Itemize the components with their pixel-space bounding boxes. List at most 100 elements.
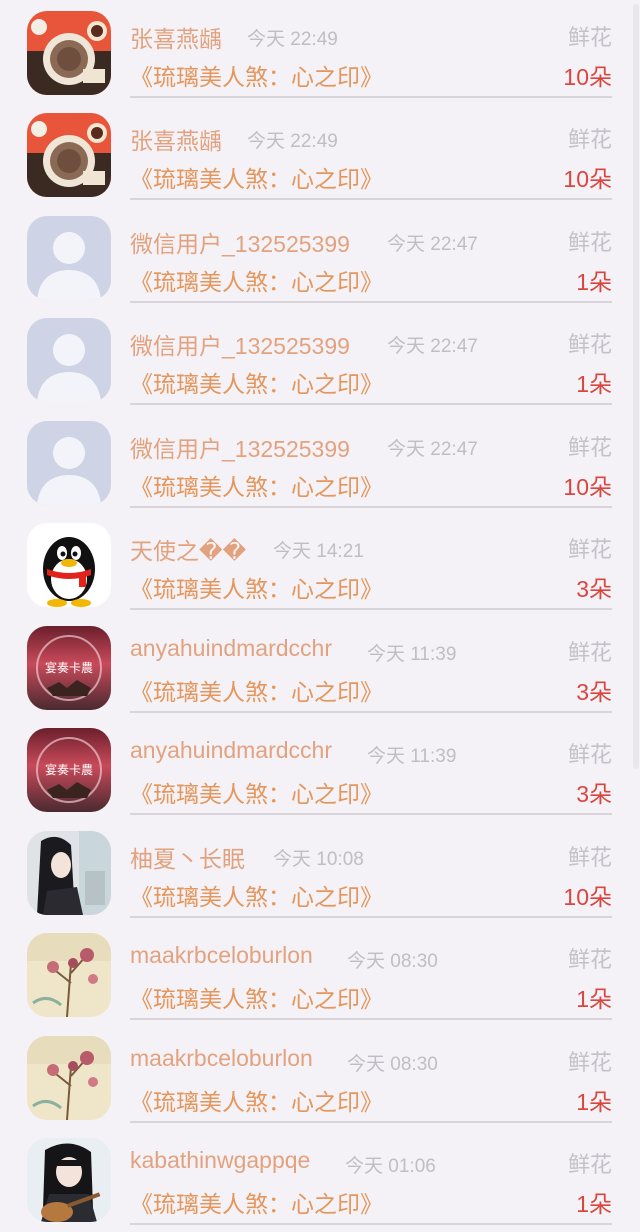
girl-guitar-avatar-icon[interactable]	[27, 1138, 111, 1222]
gift-count: 1朵	[576, 1089, 612, 1115]
book-title[interactable]: 《琉璃美人煞：心之印》	[130, 570, 383, 604]
gift-count: 1朵	[576, 1191, 612, 1217]
gift-type: 鲜花	[567, 332, 612, 357]
divider	[130, 506, 612, 508]
anime-character-avatar-icon[interactable]	[27, 831, 111, 915]
gift-count: 3朵	[576, 576, 612, 602]
book-title[interactable]: 《琉璃美人煞：心之印》	[130, 468, 383, 502]
gift-count: 3朵	[576, 679, 612, 705]
list-item[interactable]: kabathinwgappqe 今天 01:06 鲜花 《琉璃美人煞：心之印》 …	[0, 1127, 632, 1229]
book-title[interactable]: 《琉璃美人煞：心之印》	[130, 878, 383, 912]
user-name[interactable]: 张喜燕龋	[130, 122, 222, 156]
list-item[interactable]: 张喜燕龋 今天 22:49 鲜花 《琉璃美人煞：心之印》 10朵	[0, 102, 632, 204]
book-title[interactable]: 《琉璃美人煞：心之印》	[130, 263, 383, 297]
user-name[interactable]: maakrbceloburlon	[130, 1045, 313, 1072]
user-name[interactable]: 天使之��	[130, 532, 246, 566]
scrollbar[interactable]	[633, 4, 639, 769]
avatar-text: 宴奏卡農	[45, 660, 93, 675]
gift-type: 鲜花	[567, 25, 612, 50]
gift-time: 今天 22:49	[247, 131, 338, 152]
divider	[130, 1018, 612, 1020]
gift-time: 今天 08:30	[347, 951, 438, 972]
user-name[interactable]: maakrbceloburlon	[130, 942, 313, 969]
gift-type: 鲜花	[567, 127, 612, 152]
divider	[130, 813, 612, 815]
list-item[interactable]: 微信用户_132525399 今天 22:47 鲜花 《琉璃美人煞：心之印》 1…	[0, 205, 632, 307]
user-name[interactable]: 微信用户_132525399	[130, 225, 350, 259]
gift-type: 鲜花	[567, 537, 612, 562]
book-title[interactable]: 《琉璃美人煞：心之印》	[130, 1185, 383, 1219]
book-title[interactable]: 《琉璃美人煞：心之印》	[130, 58, 383, 92]
gift-time: 今天 11:39	[367, 746, 457, 767]
food-avatar-icon[interactable]	[27, 11, 111, 95]
default-user-avatar-icon[interactable]	[27, 421, 111, 505]
book-title[interactable]: 《琉璃美人煞：心之印》	[130, 365, 383, 399]
gift-time: 今天 22:47	[387, 234, 478, 255]
divider	[130, 403, 612, 405]
gift-type: 鲜花	[567, 947, 612, 972]
book-title[interactable]: 《琉璃美人煞：心之印》	[130, 160, 383, 194]
gift-count: 10朵	[563, 166, 612, 192]
gift-time: 今天 14:21	[273, 541, 364, 562]
list-item[interactable]: 微信用户_132525399 今天 22:47 鲜花 《琉璃美人煞：心之印》 1…	[0, 410, 632, 512]
user-name[interactable]: 柚夏丶长眠	[130, 840, 245, 874]
book-title[interactable]: 《琉璃美人煞：心之印》	[130, 980, 383, 1014]
user-name[interactable]: 微信用户_132525399	[130, 327, 350, 361]
gift-count: 3朵	[576, 781, 612, 807]
gift-time: 今天 11:39	[367, 644, 457, 665]
divider	[130, 711, 612, 713]
gift-type: 鲜花	[567, 1050, 612, 1075]
divider	[130, 301, 612, 303]
gift-count: 10朵	[563, 64, 612, 90]
flower-painting-avatar-icon[interactable]	[27, 1036, 111, 1120]
book-title[interactable]: 《琉璃美人煞：心之印》	[130, 1083, 383, 1117]
red-sky-avatar-icon[interactable]: 宴奏卡農	[27, 728, 111, 812]
list-item[interactable]: maakrbceloburlon 今天 08:30 鲜花 《琉璃美人煞：心之印》…	[0, 922, 632, 1024]
qq-penguin-avatar-icon[interactable]	[27, 523, 111, 607]
list-item[interactable]: 张喜燕龋 今天 22:49 鲜花 《琉璃美人煞：心之印》 10朵	[0, 0, 632, 102]
gift-type: 鲜花	[567, 845, 612, 870]
red-sky-avatar-icon[interactable]: 宴奏卡農	[27, 626, 111, 710]
default-user-avatar-icon[interactable]	[27, 216, 111, 300]
user-name[interactable]: kabathinwgappqe	[130, 1147, 310, 1174]
flower-painting-avatar-icon[interactable]	[27, 933, 111, 1017]
gift-type: 鲜花	[567, 1152, 612, 1177]
list-item[interactable]: 微信用户_132525399 今天 22:47 鲜花 《琉璃美人煞：心之印》 1…	[0, 307, 632, 409]
book-title[interactable]: 《琉璃美人煞：心之印》	[130, 775, 383, 809]
gift-type: 鲜花	[567, 640, 612, 665]
gift-time: 今天 08:30	[347, 1054, 438, 1075]
list-item[interactable]: 宴奏卡農 anyahuindmardcchr 今天 11:39 鲜花 《琉璃美人…	[0, 615, 632, 717]
divider	[130, 198, 612, 200]
divider	[130, 608, 612, 610]
book-title[interactable]: 《琉璃美人煞：心之印》	[130, 673, 383, 707]
gift-count: 1朵	[576, 986, 612, 1012]
list-item[interactable]: 天使之�� 今天 14:21 鲜花 《琉璃美人煞：心之印》 3朵	[0, 512, 632, 614]
gift-count: 1朵	[576, 269, 612, 295]
gift-time: 今天 01:06	[345, 1156, 436, 1177]
gift-record-list: 张喜燕龋 今天 22:49 鲜花 《琉璃美人煞：心之印》 10朵 张喜燕龋 今天…	[0, 0, 632, 1232]
divider	[130, 96, 612, 98]
gift-type: 鲜花	[567, 435, 612, 460]
gift-time: 今天 10:08	[273, 849, 364, 870]
list-item[interactable]: 柚夏丶长眠 今天 10:08 鲜花 《琉璃美人煞：心之印》 10朵	[0, 820, 632, 922]
gift-count: 10朵	[563, 884, 612, 910]
user-name[interactable]: anyahuindmardcchr	[130, 635, 332, 662]
gift-time: 今天 22:49	[247, 29, 338, 50]
user-name[interactable]: 微信用户_132525399	[130, 430, 350, 464]
gift-time: 今天 22:47	[387, 439, 478, 460]
user-name[interactable]: 张喜燕龋	[130, 20, 222, 54]
list-item[interactable]: 宴奏卡農 anyahuindmardcchr 今天 11:39 鲜花 《琉璃美人…	[0, 717, 632, 819]
divider	[130, 916, 612, 918]
gift-time: 今天 22:47	[387, 336, 478, 357]
gift-type: 鲜花	[567, 742, 612, 767]
divider	[130, 1223, 612, 1225]
user-name[interactable]: anyahuindmardcchr	[130, 737, 332, 764]
default-user-avatar-icon[interactable]	[27, 318, 111, 402]
gift-count: 10朵	[563, 474, 612, 500]
avatar-text: 宴奏卡農	[45, 762, 93, 777]
gift-count: 1朵	[576, 371, 612, 397]
gift-type: 鲜花	[567, 230, 612, 255]
food-avatar-icon[interactable]	[27, 113, 111, 197]
divider	[130, 1121, 612, 1123]
list-item[interactable]: maakrbceloburlon 今天 08:30 鲜花 《琉璃美人煞：心之印》…	[0, 1025, 632, 1127]
